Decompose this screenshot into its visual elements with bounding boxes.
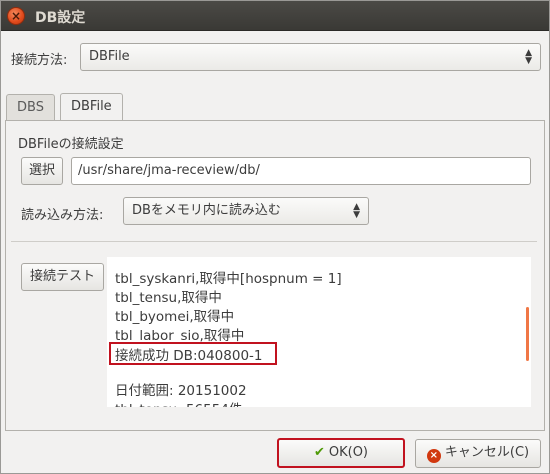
cancel-icon: × <box>426 449 441 463</box>
tab-dbfile[interactable]: DBFile <box>60 93 123 121</box>
group-title: DBFileの接続設定 <box>18 137 124 152</box>
scroll-indicator[interactable] <box>526 307 529 361</box>
load-method-combo[interactable]: DBをメモリ内に読み込む ▲ ▼ <box>123 197 369 225</box>
ok-label: OK(O) <box>328 445 369 460</box>
db-settings-dialog: × DB設定 接続方法: DBFile ▲ ▼ DBS DBFile DBFile… <box>0 0 550 474</box>
connection-method-combo[interactable]: DBFile ▲ ▼ <box>80 43 541 71</box>
check-icon: ✔ <box>313 445 325 460</box>
load-method-label: 読み込み方法: <box>21 208 104 223</box>
log-line: tbl_labor_sio,取得中 <box>115 328 245 344</box>
db-path-field[interactable]: /usr/share/jma-receview/db/ <box>71 157 531 185</box>
select-button[interactable]: 選択 <box>21 157 63 185</box>
connection-method-label: 接続方法: <box>11 53 68 68</box>
cancel-button[interactable]: × キャンセル(C) <box>415 439 541 468</box>
log-line: tbl_syskanri,取得中[hospnum = 1] <box>115 271 342 287</box>
log-line: 日付範囲: 20151002 <box>115 383 247 399</box>
separator <box>11 241 537 242</box>
updown-arrows-icon: ▲ ▼ <box>353 202 360 220</box>
connection-method-value: DBFile <box>89 49 130 64</box>
tab-label: DBS <box>17 100 44 115</box>
title-bar: × DB設定 <box>1 1 549 31</box>
success-highlight-box <box>109 342 277 365</box>
tab-label: DBFile <box>71 99 112 114</box>
db-path-value: /usr/share/jma-receview/db/ <box>78 163 260 178</box>
connection-test-button[interactable]: 接続テスト <box>21 263 104 291</box>
log-line: tbl_tensu: 56554件 <box>115 398 242 407</box>
log-line: tbl_tensu,取得中 <box>115 290 222 306</box>
select-button-label: 選択 <box>28 163 55 178</box>
close-icon[interactable]: × <box>7 7 25 25</box>
window-title: DB設定 <box>35 10 86 26</box>
ok-button[interactable]: ✔ OK(O) <box>277 438 405 468</box>
load-method-value: DBをメモリ内に読み込む <box>132 203 281 218</box>
updown-arrows-icon: ▲ ▼ <box>525 48 532 66</box>
log-textview[interactable]: tbl_syskanri,取得中[hospnum = 1] tbl_tensu,… <box>107 257 531 407</box>
tab-dbs[interactable]: DBS <box>6 94 55 121</box>
log-line: tbl_byomei,取得中 <box>115 309 235 325</box>
close-glyph: × <box>10 9 22 23</box>
cancel-label: キャンセル(C) <box>444 445 530 460</box>
connection-test-label: 接続テスト <box>29 269 95 284</box>
